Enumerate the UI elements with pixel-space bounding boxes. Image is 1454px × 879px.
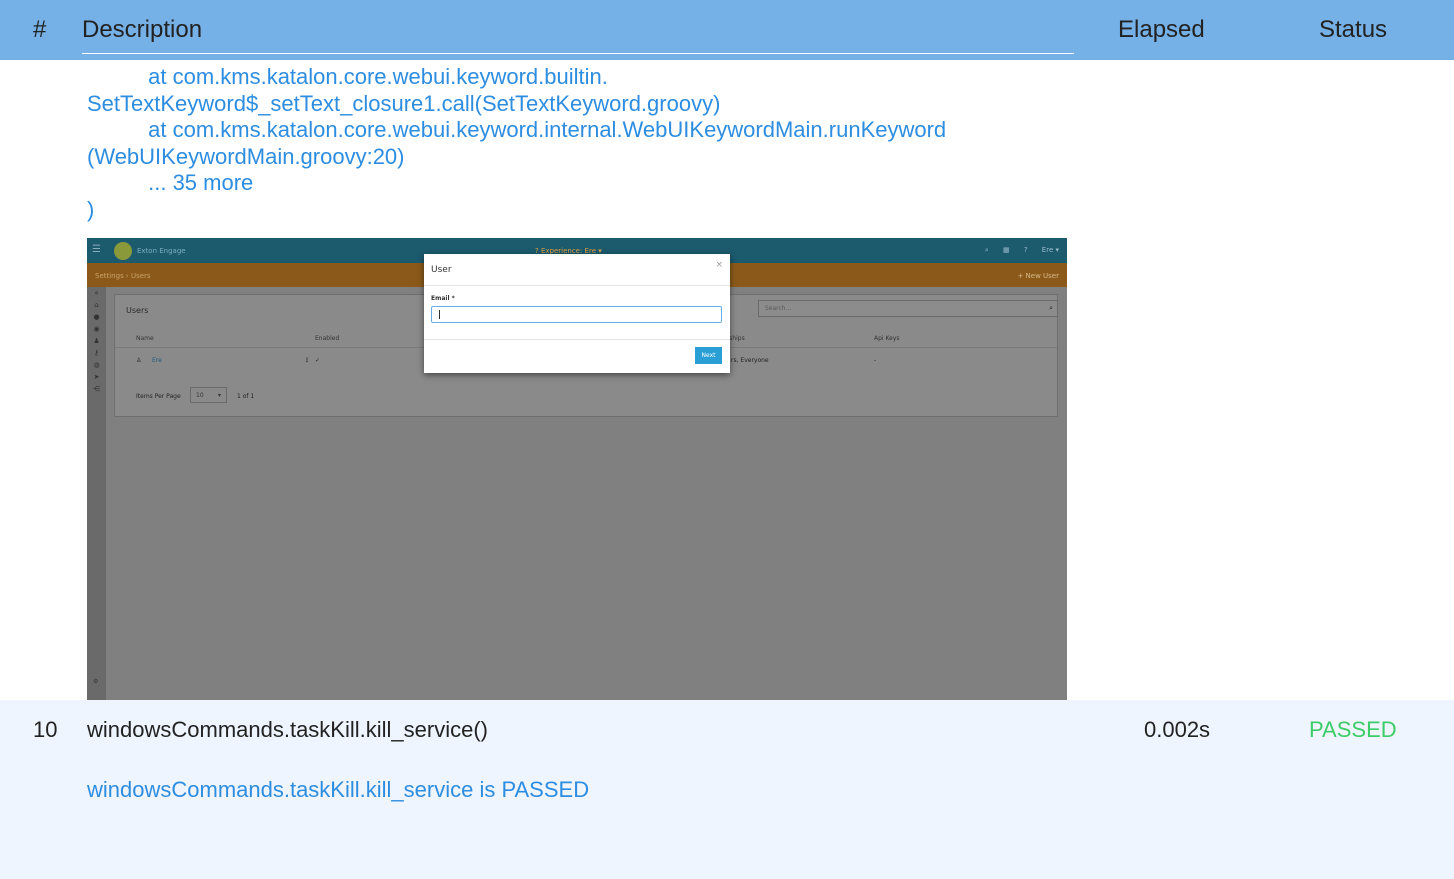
modal-divider: [424, 339, 730, 340]
column-header-status: Status: [1319, 16, 1388, 43]
search-placeholder: Search...: [765, 305, 792, 312]
report-table-header: # Description Elapsed Status: [0, 0, 1454, 60]
breadcrumb[interactable]: Settings › Users: [95, 272, 151, 280]
trace-line: (WebUIKeywordMain.groovy:20): [87, 143, 405, 169]
items-per-page-label: Items Per Page: [136, 393, 181, 400]
email-field[interactable]: [431, 306, 722, 323]
home-icon[interactable]: ⌂: [87, 301, 106, 311]
step-message: windowsCommands.taskKill.kill_service is…: [87, 777, 590, 802]
column-header-number: #: [33, 16, 47, 43]
items-per-page-value: 10: [196, 392, 204, 399]
items-per-page-select[interactable]: 10 ▾: [190, 387, 227, 403]
new-user-button[interactable]: + New User: [1017, 272, 1059, 280]
row-actions-icon[interactable]: ⋮: [304, 357, 310, 364]
next-button[interactable]: Next: [695, 347, 722, 364]
column-api-keys[interactable]: Api Keys: [874, 335, 900, 342]
step-elapsed: 0.002s: [1144, 717, 1211, 742]
world-icon[interactable]: ◍: [87, 361, 106, 371]
menu-icon[interactable]: ☰: [92, 244, 101, 255]
step-number: 10: [33, 717, 58, 742]
panel-title: Users: [126, 306, 149, 315]
step-description[interactable]: windowsCommands.taskKill.kill_service(): [87, 717, 488, 743]
stack-trace: at com.kms.katalon.core.webui.keyword.bu…: [87, 64, 946, 223]
column-header-description: Description: [82, 16, 203, 43]
group-icon[interactable]: ♟: [87, 337, 106, 347]
header-divider: [82, 53, 1074, 54]
failure-screenshot[interactable]: ☰ Exton Engage ? Experience: Ere ▾ ⌕ ▦ ?…: [87, 238, 1067, 700]
user-icon[interactable]: ●: [87, 313, 106, 323]
close-icon[interactable]: ×: [715, 260, 723, 270]
status-badge: PASSED: [1309, 717, 1397, 742]
settings-icon[interactable]: ⚙: [93, 678, 98, 685]
grid-icon[interactable]: ▦: [1003, 246, 1010, 254]
user-modal: User × Email * Next: [424, 254, 730, 373]
table-row[interactable]: 10 windowsCommands.taskKill.kill_service…: [0, 700, 1454, 879]
search-icon[interactable]: ⌕: [1049, 304, 1053, 313]
column-header-elapsed: Elapsed: [1118, 16, 1205, 43]
user-memberships: rs, Everyone: [731, 357, 769, 364]
search-icon[interactable]: ⌕: [985, 246, 989, 254]
column-name[interactable]: Name: [136, 335, 154, 342]
help-icon[interactable]: ?: [1024, 246, 1028, 254]
key-icon[interactable]: ⚷: [87, 349, 106, 359]
user-menu[interactable]: Ere ▾: [1042, 246, 1059, 254]
page-indicator: 1 of 1: [237, 393, 255, 400]
chevron-down-icon: ▾: [217, 392, 221, 399]
trace-line: ): [87, 196, 95, 222]
modal-divider: [424, 285, 730, 286]
trace-line: at com.kms.katalon.core.webui.keyword.in…: [87, 117, 947, 142]
app-name: Exton Engage: [137, 247, 186, 255]
user-row-icon: ♙: [136, 357, 142, 364]
globe-icon[interactable]: ◉: [87, 325, 106, 335]
topbar-actions: ⌕ ▦ ? Ere ▾: [973, 246, 1059, 255]
search-input[interactable]: Search... ⌕: [758, 300, 1058, 317]
share-icon[interactable]: ⋲: [87, 385, 106, 395]
app-logo: [114, 242, 132, 260]
collapse-icon[interactable]: «: [87, 289, 106, 299]
trace-line: at com.kms.katalon.core.webui.keyword.bu…: [87, 64, 608, 89]
email-label: Email *: [431, 295, 455, 302]
trace-line: ... 35 more: [87, 170, 254, 195]
trace-line: SetTextKeyword$_setText_closure1.call(Se…: [87, 90, 721, 116]
text-caret: [439, 310, 440, 319]
modal-title: User: [431, 265, 452, 275]
column-enabled[interactable]: Enabled: [315, 335, 339, 342]
enabled-check-icon: ✓: [315, 357, 321, 364]
user-api-keys: -: [874, 357, 877, 364]
app-sidebar: « ⌂ ● ◉ ♟ ⚷ ◍ ➤ ⋲: [87, 287, 106, 700]
send-icon[interactable]: ➤: [87, 373, 106, 383]
user-name-link[interactable]: Ere: [152, 357, 162, 364]
